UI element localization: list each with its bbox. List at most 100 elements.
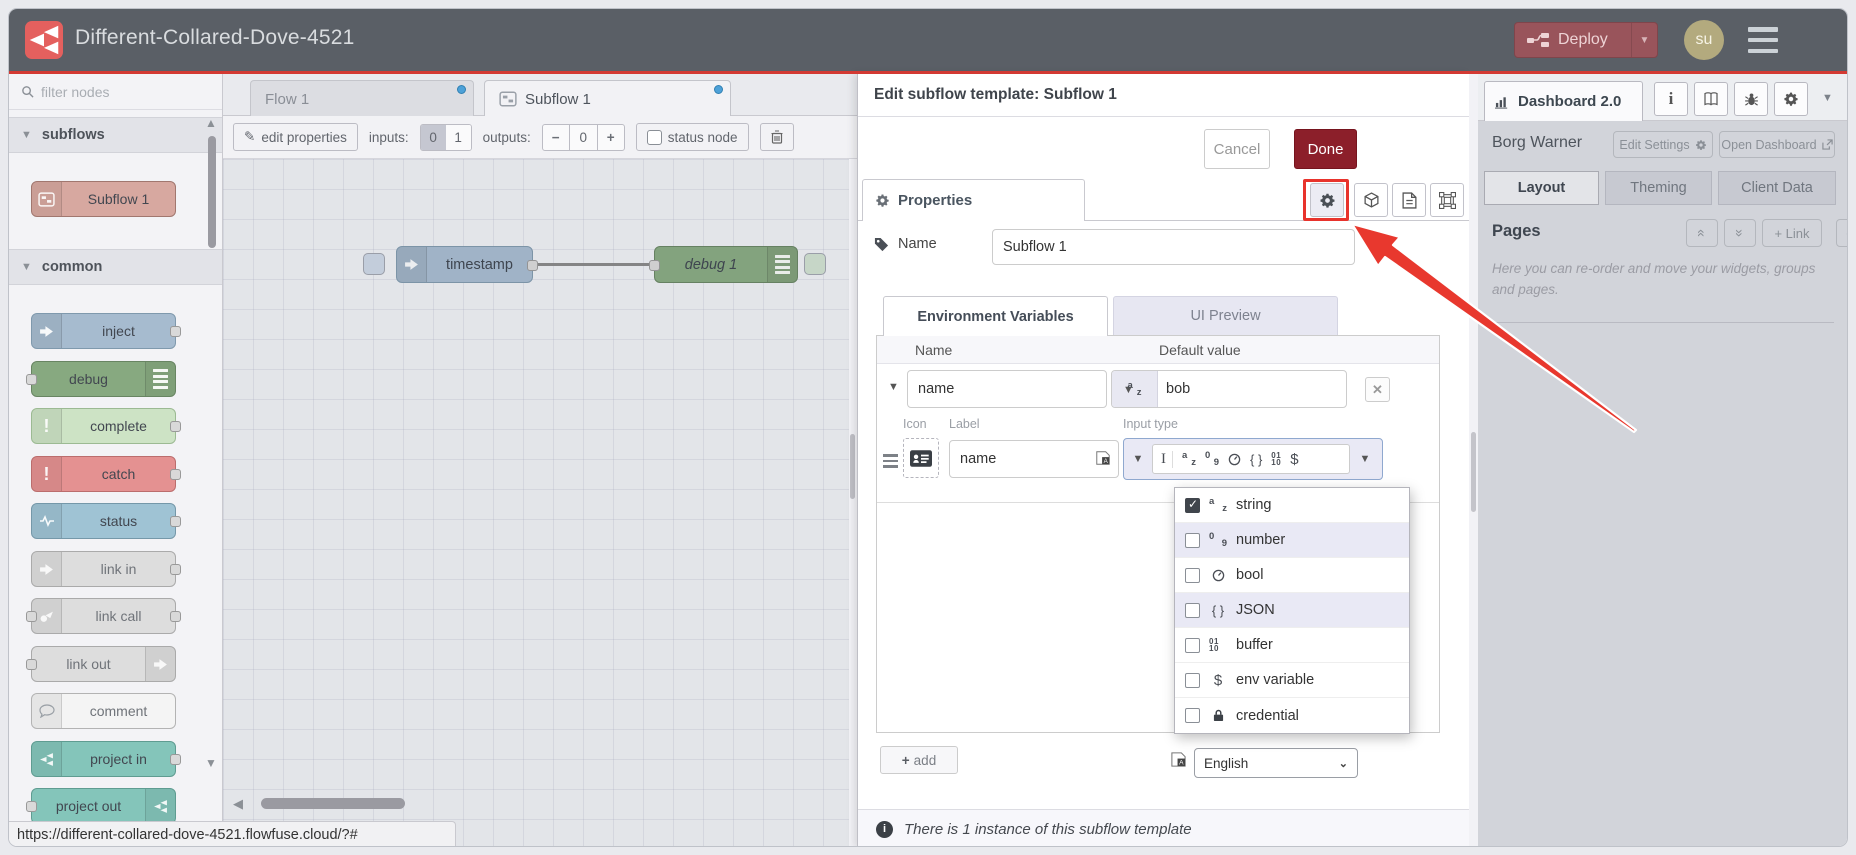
open-dashboard-button[interactable]: Open Dashboard <box>1719 131 1835 158</box>
checkbox[interactable] <box>1185 708 1200 723</box>
tab-client-data[interactable]: Client Data <box>1718 171 1836 205</box>
edit-properties-button[interactable]: ✎ edit properties <box>233 123 358 151</box>
subflow-name-input[interactable] <box>992 229 1355 265</box>
drag-handle-icon[interactable] <box>883 454 898 468</box>
delete-row-button[interactable]: ✕ <box>1365 377 1390 402</box>
palette-node-complete[interactable]: ! complete <box>31 408 181 444</box>
output-port[interactable] <box>170 469 181 480</box>
status-node-toggle[interactable]: status node <box>635 123 749 151</box>
palette-node-project-out[interactable]: project out <box>26 788 176 824</box>
menu-item-bool[interactable]: bool <box>1175 558 1409 593</box>
tray-scrollbar-strip[interactable] <box>1469 74 1478 846</box>
outputs-stepper[interactable]: − 0 + <box>541 123 625 151</box>
tab-ui-preview[interactable]: UI Preview <box>1113 296 1338 336</box>
menu-item-number[interactable]: 09 number <box>1175 523 1409 558</box>
help-tab-button[interactable] <box>1694 82 1728 116</box>
palette-node-status[interactable]: status <box>31 503 181 539</box>
menu-item-env-variable[interactable]: $ env variable <box>1175 663 1409 698</box>
env-var-name-input[interactable] <box>907 370 1107 408</box>
env-var-icon-picker[interactable] <box>903 438 939 478</box>
input-port[interactable] <box>26 659 37 670</box>
palette-node-catch[interactable]: ! catch <box>31 456 181 492</box>
edit-settings-button[interactable]: Edit Settings <box>1613 131 1713 158</box>
outputs-plus-button[interactable]: + <box>596 123 625 151</box>
palette-scroll-down-icon[interactable]: ▼ <box>205 756 217 770</box>
canvas-scroll-left-icon[interactable]: ◀ <box>233 796 243 812</box>
input-port[interactable] <box>26 611 37 622</box>
checkbox-checked[interactable] <box>1185 497 1200 513</box>
menu-item-buffer[interactable]: 01 10 buffer <box>1175 628 1409 663</box>
palette-scroll-up-icon[interactable]: ▲ <box>205 116 217 130</box>
output-port[interactable] <box>170 421 181 432</box>
done-button[interactable]: Done <box>1294 129 1357 169</box>
info-tab-button[interactable]: i <box>1654 82 1688 116</box>
add-env-var-button[interactable]: + add <box>880 746 958 774</box>
palette-node-inject[interactable]: inject <box>31 313 181 349</box>
row-expand-caret[interactable]: ▼ <box>888 381 899 393</box>
chevron-down-icon[interactable]: ▼ <box>1822 92 1833 104</box>
module-properties-button[interactable] <box>1430 183 1464 217</box>
deploy-button[interactable]: Deploy ▼ <box>1514 22 1658 58</box>
palette-node-subflow1[interactable]: Subflow 1 <box>31 181 176 217</box>
description-doc-button[interactable] <box>1392 183 1426 217</box>
chevron-down-icon[interactable]: ▼ <box>1124 453 1152 465</box>
add-page-button[interactable]: + Page <box>1836 219 1847 247</box>
tab-flow1[interactable]: Flow 1 <box>250 80 474 117</box>
language-select[interactable]: English ⌄ <box>1194 748 1358 778</box>
palette-node-comment[interactable]: comment <box>31 693 176 729</box>
palette-node-project-in[interactable]: project in <box>31 741 181 777</box>
menu-item-string[interactable]: az string <box>1175 488 1409 523</box>
main-menu-icon[interactable] <box>1748 27 1778 53</box>
palette-node-link-in[interactable]: link in <box>31 551 181 587</box>
output-port[interactable] <box>170 611 181 622</box>
add-link-button[interactable]: + Link <box>1762 219 1822 247</box>
canvas-horizontal-scrollbar[interactable] <box>261 798 405 809</box>
appearance-cube-button[interactable] <box>1354 183 1388 217</box>
tab-environment-variables[interactable]: Environment Variables <box>883 296 1108 336</box>
menu-item-credential[interactable]: credential <box>1175 698 1409 733</box>
checkbox[interactable] <box>1185 672 1200 688</box>
tab-properties[interactable]: Properties <box>862 179 1085 221</box>
palette-node-link-call[interactable]: link call <box>26 598 181 634</box>
palette-filter-input[interactable] <box>41 83 191 100</box>
config-tab-button[interactable] <box>1774 82 1808 116</box>
env-var-value-typedinput[interactable]: ▼ az bob <box>1111 370 1347 408</box>
output-port[interactable] <box>170 564 181 575</box>
input-type-control[interactable]: ▼ I az 09 { } 01 10 $ ▼ <box>1123 438 1383 480</box>
user-avatar[interactable]: su <box>1684 20 1724 60</box>
tab-theming[interactable]: Theming <box>1605 171 1712 205</box>
checkbox[interactable] <box>1185 637 1200 653</box>
inputs-toggle[interactable]: 0 1 <box>419 123 472 151</box>
palette-node-link-out[interactable]: link out <box>26 646 176 682</box>
debug-tab-button[interactable] <box>1734 82 1768 116</box>
checkbox[interactable] <box>1185 567 1200 583</box>
env-var-label-input[interactable] <box>949 440 1119 478</box>
outputs-minus-button[interactable]: − <box>541 123 570 151</box>
tab-subflow1[interactable]: Subflow 1 <box>484 80 731 117</box>
palette-scrollbar[interactable] <box>208 136 216 248</box>
cancel-button[interactable]: Cancel <box>1204 129 1270 169</box>
palette-category-common[interactable]: ▼ common <box>9 249 222 285</box>
delete-subflow-button[interactable] <box>759 123 794 151</box>
output-port[interactable] <box>170 754 181 765</box>
palette-category-subflows[interactable]: ▼ subflows <box>9 117 222 153</box>
palette-search[interactable] <box>9 74 222 110</box>
output-port[interactable] <box>170 516 181 527</box>
output-port[interactable] <box>170 326 181 337</box>
checkbox[interactable] <box>1185 532 1200 548</box>
deploy-options-arrow[interactable]: ▼ <box>1631 23 1657 57</box>
chevron-down-icon[interactable]: ▼ <box>1350 453 1380 465</box>
canvas-vertical-scrollbar[interactable] <box>849 159 857 846</box>
menu-item-json[interactable]: { } JSON <box>1175 593 1409 628</box>
translate-icon[interactable]: A <box>1095 450 1111 466</box>
type-select-button[interactable]: ▼ az <box>1112 371 1158 407</box>
status-node-checkbox[interactable] <box>646 129 662 145</box>
move-up-button[interactable]: « <box>1686 219 1718 247</box>
checkbox[interactable] <box>1185 602 1200 618</box>
palette-node-debug[interactable]: debug <box>26 361 176 397</box>
move-down-button[interactable]: » <box>1724 219 1756 247</box>
input-port[interactable] <box>26 801 37 812</box>
tab-dashboard[interactable]: Dashboard 2.0 <box>1484 81 1643 121</box>
input-port[interactable] <box>26 374 37 385</box>
tab-layout[interactable]: Layout <box>1484 171 1599 205</box>
